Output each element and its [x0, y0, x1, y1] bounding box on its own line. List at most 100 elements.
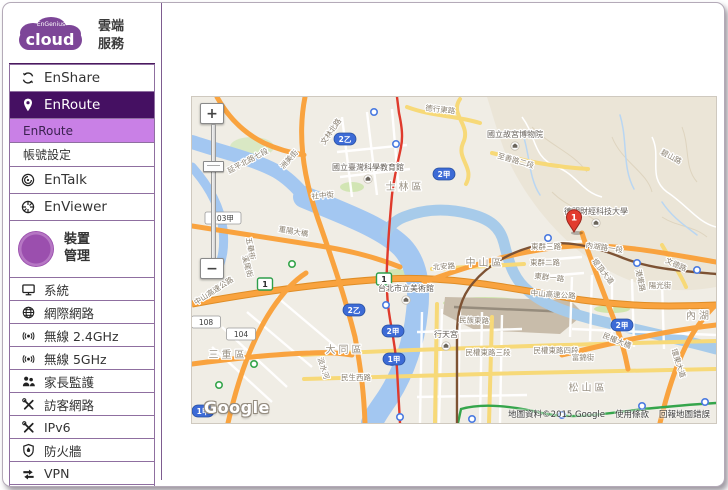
- svg-text:1甲: 1甲: [388, 355, 401, 364]
- svg-text:2乙: 2乙: [339, 135, 352, 144]
- aperture-icon: [19, 199, 37, 215]
- transit-station-icon: [249, 359, 258, 368]
- map-label: 東群三路: [531, 241, 561, 251]
- sidebar-item-wireless-5[interactable]: 無線 5GHz: [9, 346, 155, 370]
- zoom-out-button[interactable]: −: [200, 258, 224, 279]
- sidebar-item-label: IPv6: [44, 419, 71, 435]
- map-copyright: 地圖資料©2015 Google: [508, 410, 605, 420]
- app-window: EnGenius cloud 雲端 服務 EnShare EnRoute EnR…: [2, 2, 725, 487]
- sidebar-divider: [161, 3, 162, 480]
- map-label: 松山區: [569, 381, 608, 394]
- sidebar-item-system[interactable]: 系統: [9, 277, 155, 301]
- sidebar-item-label: 防火牆: [44, 443, 82, 459]
- monitor-icon: [19, 282, 37, 297]
- map-label: 陽光街: [649, 280, 672, 290]
- tools-icon: [19, 420, 37, 435]
- sidebar-item-label: 網際網路: [44, 305, 95, 321]
- sidebar-item-label: EnViewer: [44, 199, 107, 215]
- transit-station-icon: [370, 108, 379, 117]
- sidebar-item-label: 帳號設定: [23, 148, 72, 162]
- sidebar-item-parental-control[interactable]: 家長監護: [9, 369, 155, 393]
- map-label: 民生西路: [341, 372, 371, 382]
- svg-text:2甲: 2甲: [387, 327, 400, 336]
- map-label: 民族東路: [459, 314, 490, 325]
- highway-shield: 2甲: [432, 167, 456, 181]
- sidebar-item-enshare[interactable]: EnShare: [9, 64, 155, 92]
- map-canvas[interactable]: 2乙 2甲 2乙 2甲 1甲 1甲 2甲 103甲 108 104 1 1 延平北路七段 洲美街 文林北路德…: [191, 96, 717, 424]
- sidebar-item-label: EnRoute: [23, 123, 74, 138]
- highway-shield: 1甲: [382, 352, 406, 366]
- sidebar-item-label: VPN: [44, 465, 70, 481]
- sidebar-item-label: 無線 2.4GHz: [44, 328, 119, 344]
- transit-station-icon: [382, 301, 391, 310]
- zoom-in-button[interactable]: +: [200, 103, 224, 124]
- svg-text:1: 1: [381, 275, 387, 284]
- sidebar-item-label: 無線 5GHz: [44, 351, 107, 367]
- transit-station-icon: [632, 259, 641, 268]
- map-label: 內湖: [686, 310, 712, 322]
- report-error-link[interactable]: 回報地圖錯誤: [659, 408, 710, 420]
- map-label: 中山區: [466, 256, 505, 269]
- highway-shield: 2甲: [381, 324, 405, 338]
- sidebar-item-vpn[interactable]: VPN: [9, 461, 155, 485]
- transit-station-icon: [392, 139, 401, 148]
- transit-station-icon: [692, 266, 701, 275]
- arrows-exchange-icon: [19, 466, 37, 481]
- sidebar-subitem-account-settings[interactable]: 帳號設定: [9, 142, 155, 167]
- map-label: 士林區: [386, 180, 425, 193]
- map-label: 民權東路三段: [466, 347, 511, 357]
- highway-shield: 2乙: [342, 303, 366, 317]
- highway-shield: 2甲: [610, 318, 634, 332]
- map-attribution: 地圖資料©2015 Google 使用條款 回報地圖錯誤: [508, 408, 710, 420]
- sidebar-item-internet[interactable]: 網際網路: [9, 300, 155, 324]
- highway-shield: 1: [256, 277, 274, 291]
- sidebar-subitem-enroute[interactable]: EnRoute: [9, 118, 155, 143]
- device-management-header[interactable]: 裝置 管理: [9, 220, 155, 278]
- svg-text:104: 104: [234, 330, 249, 339]
- transit-station-icon: [288, 260, 297, 269]
- sidebar: EnGenius cloud 雲端 服務 EnShare EnRoute EnR…: [9, 7, 155, 488]
- sidebar-item-label: 家長監護: [44, 374, 95, 390]
- location-pin-icon: [19, 97, 37, 113]
- brand-tagline: 雲端 服務: [98, 19, 125, 52]
- svg-text:2甲: 2甲: [616, 321, 629, 330]
- sidebar-item-label: USB 埠: [44, 487, 86, 488]
- map-label: 北安路: [432, 260, 456, 272]
- map-label: 行天宮: [434, 329, 458, 339]
- brand-logo[interactable]: EnGenius cloud 雲端 服務: [9, 7, 155, 65]
- poi-icon: [510, 141, 520, 151]
- cloud-logo-icon: EnGenius cloud: [19, 17, 82, 50]
- svg-text:2乙: 2乙: [348, 306, 361, 315]
- transit-station-icon: [543, 234, 552, 243]
- transit-station-icon: [467, 414, 476, 423]
- zoom-slider-track[interactable]: [211, 124, 216, 260]
- map-label: 三重區: [209, 348, 248, 361]
- wireless-signal-icon: [19, 328, 37, 343]
- sidebar-item-enroute[interactable]: EnRoute: [9, 91, 155, 119]
- poi-icon: [591, 218, 601, 228]
- map-label: 東群二路: [530, 257, 560, 267]
- sidebar-item-wireless-24[interactable]: 無線 2.4GHz: [9, 323, 155, 347]
- wireless-signal-icon: [19, 351, 37, 366]
- poi-icon: [363, 174, 373, 184]
- transit-station-icon: [214, 380, 223, 389]
- sidebar-item-ipv6[interactable]: IPv6: [9, 415, 155, 439]
- shield-icon: [19, 443, 37, 458]
- zoom-slider-handle[interactable]: [203, 161, 224, 172]
- svg-text:1: 1: [262, 280, 268, 289]
- sidebar-item-entalk[interactable]: EnTalk: [9, 166, 155, 194]
- globe-icon: [19, 305, 37, 320]
- terms-link[interactable]: 使用條款: [615, 408, 649, 420]
- poi-icon: [441, 341, 451, 351]
- sidebar-item-enviewer[interactable]: EnViewer: [9, 193, 155, 221]
- poi-icon: [401, 295, 411, 305]
- sidebar-item-firewall[interactable]: 防火牆: [9, 438, 155, 462]
- map-svg[interactable]: 2乙2甲2乙2甲1甲1甲2甲103甲10810411延平北路七段 洲美街文林北路德…: [192, 97, 716, 423]
- sidebar-item-label: 系統: [44, 282, 70, 298]
- google-logo[interactable]: Google: [204, 398, 270, 417]
- brand-top-label: EnGenius: [37, 21, 65, 28]
- sidebar-item-usb[interactable]: USB 埠: [9, 484, 155, 488]
- map-label: 富錦街: [572, 352, 595, 362]
- sidebar-item-guest-network[interactable]: 訪客網路: [9, 392, 155, 416]
- device-circle-icon: [18, 231, 54, 267]
